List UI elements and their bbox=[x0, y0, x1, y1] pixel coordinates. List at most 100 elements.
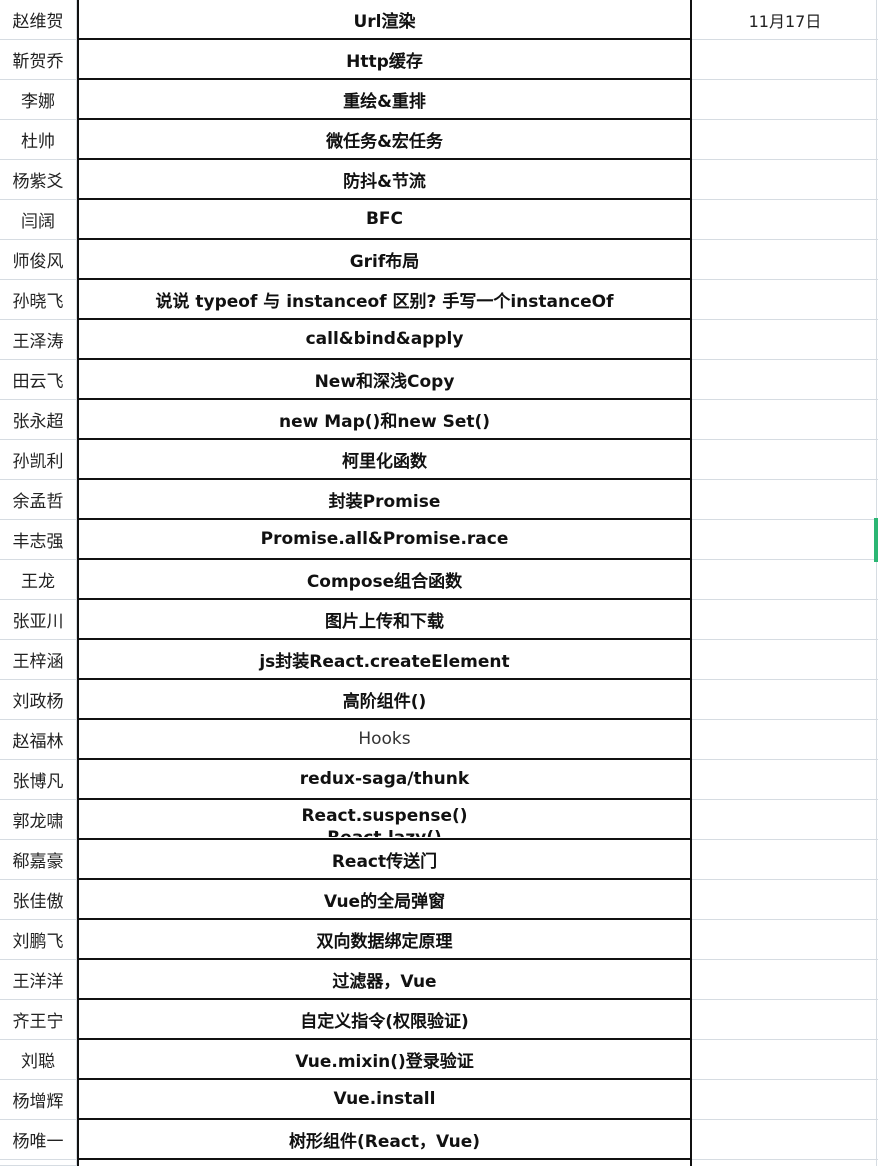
topic-cell[interactable]: Compose组合函数 bbox=[77, 560, 692, 600]
topic-cell[interactable]: Grif布局 bbox=[77, 240, 692, 280]
topic-cell[interactable]: js封装React.createElement bbox=[77, 640, 692, 680]
topic-cell[interactable]: React传送门 bbox=[77, 840, 692, 880]
name-cell[interactable]: 齐王宁 bbox=[0, 1000, 77, 1040]
topic-cell[interactable]: Promise.all&Promise.race bbox=[77, 520, 692, 560]
name-cell[interactable]: 李娜 bbox=[0, 80, 77, 120]
date-cell[interactable]: 11月17日 bbox=[692, 0, 878, 40]
empty-cell[interactable] bbox=[692, 760, 878, 800]
empty-cell[interactable] bbox=[692, 600, 878, 640]
empty-cell[interactable] bbox=[77, 1160, 692, 1166]
empty-cell[interactable] bbox=[692, 1040, 878, 1080]
topic-cell[interactable]: BFC bbox=[77, 200, 692, 240]
table-row: 杨增辉 Vue.install bbox=[0, 1080, 878, 1120]
name-cell[interactable]: 靳贺乔 bbox=[0, 40, 77, 80]
topic-cell[interactable]: 过滤器，Vue bbox=[77, 960, 692, 1000]
empty-cell[interactable] bbox=[692, 480, 878, 520]
empty-cell[interactable] bbox=[692, 240, 878, 280]
name-cell[interactable]: 杨增辉 bbox=[0, 1080, 77, 1120]
empty-cell[interactable] bbox=[692, 560, 878, 600]
topic-cell[interactable]: 封装Promise bbox=[77, 480, 692, 520]
empty-cell[interactable] bbox=[692, 920, 878, 960]
topic-cell[interactable]: redux-saga/thunk bbox=[77, 760, 692, 800]
table-row: 师俊风 Grif布局 bbox=[0, 240, 878, 280]
empty-cell[interactable] bbox=[692, 800, 878, 840]
name-cell[interactable]: 王梓涵 bbox=[0, 640, 77, 680]
topic-cell[interactable]: New和深浅Copy bbox=[77, 360, 692, 400]
empty-cell[interactable] bbox=[692, 840, 878, 880]
name-cell[interactable]: 赵维贺 bbox=[0, 0, 77, 40]
table-row: 李娜 重绘&重排 bbox=[0, 80, 878, 120]
name-cell[interactable]: 杨紫爻 bbox=[0, 160, 77, 200]
name-cell[interactable]: 孙凯利 bbox=[0, 440, 77, 480]
name-cell[interactable]: 田云飞 bbox=[0, 360, 77, 400]
name-cell[interactable]: 杨唯一 bbox=[0, 1120, 77, 1160]
name-cell[interactable]: 王洋洋 bbox=[0, 960, 77, 1000]
empty-cell[interactable] bbox=[692, 200, 878, 240]
empty-cell[interactable] bbox=[692, 80, 878, 120]
topic-cell[interactable]: Http缓存 bbox=[77, 40, 692, 80]
empty-cell[interactable] bbox=[692, 880, 878, 920]
name-cell[interactable]: 张亚川 bbox=[0, 600, 77, 640]
empty-cell[interactable] bbox=[692, 120, 878, 160]
name-cell[interactable]: 郭龙啸 bbox=[0, 800, 77, 840]
topic-cell[interactable]: 柯里化函数 bbox=[77, 440, 692, 480]
name-cell[interactable]: 郗嘉豪 bbox=[0, 840, 77, 880]
topic-cell[interactable]: Vue.install bbox=[77, 1080, 692, 1120]
topic-cell[interactable]: 树形组件(React，Vue) bbox=[77, 1120, 692, 1160]
topic-cell[interactable]: new Map()和new Set() bbox=[77, 400, 692, 440]
table-row: 靳贺乔 Http缓存 bbox=[0, 40, 878, 80]
table-row: 闫阔 BFC bbox=[0, 200, 878, 240]
name-cell[interactable]: 赵福林 bbox=[0, 720, 77, 760]
topic-cell[interactable]: Hooks bbox=[77, 720, 692, 760]
spreadsheet-grid: 赵维贺 Url渲染 11月17日 靳贺乔 Http缓存 李娜 重绘&重排 杜帅 … bbox=[0, 0, 878, 1166]
empty-cell[interactable] bbox=[692, 280, 878, 320]
empty-cell[interactable] bbox=[692, 40, 878, 80]
topic-cell[interactable]: 微任务&宏任务 bbox=[77, 120, 692, 160]
table-row: 刘聪 Vue.mixin()登录验证 bbox=[0, 1040, 878, 1080]
empty-cell[interactable] bbox=[692, 360, 878, 400]
name-cell[interactable]: 张永超 bbox=[0, 400, 77, 440]
topic-cell[interactable]: Vue.mixin()登录验证 bbox=[77, 1040, 692, 1080]
topic-cell[interactable]: 高阶组件() bbox=[77, 680, 692, 720]
table-row: 王泽涛 call&bind&apply bbox=[0, 320, 878, 360]
empty-cell[interactable] bbox=[692, 440, 878, 480]
name-cell[interactable]: 王泽涛 bbox=[0, 320, 77, 360]
name-cell[interactable]: 刘鹏飞 bbox=[0, 920, 77, 960]
name-cell[interactable]: 师俊风 bbox=[0, 240, 77, 280]
topic-cell[interactable]: call&bind&apply bbox=[77, 320, 692, 360]
empty-cell[interactable] bbox=[0, 1160, 77, 1166]
empty-cell[interactable] bbox=[692, 640, 878, 680]
name-cell[interactable]: 丰志强 bbox=[0, 520, 77, 560]
topic-cell[interactable]: Url渲染 bbox=[77, 0, 692, 40]
empty-cell[interactable] bbox=[692, 680, 878, 720]
name-cell[interactable]: 张博凡 bbox=[0, 760, 77, 800]
topic-cell[interactable]: 重绘&重排 bbox=[77, 80, 692, 120]
topic-cell[interactable]: 防抖&节流 bbox=[77, 160, 692, 200]
table-row: 王梓涵 js封装React.createElement bbox=[0, 640, 878, 680]
name-cell[interactable]: 刘聪 bbox=[0, 1040, 77, 1080]
empty-cell[interactable] bbox=[692, 1120, 878, 1160]
name-cell[interactable]: 余孟哲 bbox=[0, 480, 77, 520]
empty-cell[interactable] bbox=[692, 1000, 878, 1040]
empty-cell[interactable] bbox=[692, 320, 878, 360]
name-cell[interactable]: 闫阔 bbox=[0, 200, 77, 240]
empty-cell[interactable] bbox=[692, 160, 878, 200]
empty-cell[interactable] bbox=[692, 520, 878, 560]
topic-cell[interactable]: 自定义指令(权限验证) bbox=[77, 1000, 692, 1040]
topic-cell[interactable]: 双向数据绑定原理 bbox=[77, 920, 692, 960]
topic-cell[interactable]: React.suspense() React.lazy() bbox=[77, 800, 692, 840]
table-row: 刘政杨 高阶组件() bbox=[0, 680, 878, 720]
empty-cell[interactable] bbox=[692, 720, 878, 760]
table-row: 赵维贺 Url渲染 11月17日 bbox=[0, 0, 878, 40]
name-cell[interactable]: 孙晓飞 bbox=[0, 280, 77, 320]
name-cell[interactable]: 杜帅 bbox=[0, 120, 77, 160]
name-cell[interactable]: 刘政杨 bbox=[0, 680, 77, 720]
topic-cell[interactable]: 图片上传和下载 bbox=[77, 600, 692, 640]
topic-cell[interactable]: 说说 typeof 与 instanceof 区别? 手写一个instanceO… bbox=[77, 280, 692, 320]
name-cell[interactable]: 张佳傲 bbox=[0, 880, 77, 920]
empty-cell[interactable] bbox=[692, 1080, 878, 1120]
name-cell[interactable]: 王龙 bbox=[0, 560, 77, 600]
topic-cell[interactable]: Vue的全局弹窗 bbox=[77, 880, 692, 920]
empty-cell[interactable] bbox=[692, 960, 878, 1000]
empty-cell[interactable] bbox=[692, 400, 878, 440]
